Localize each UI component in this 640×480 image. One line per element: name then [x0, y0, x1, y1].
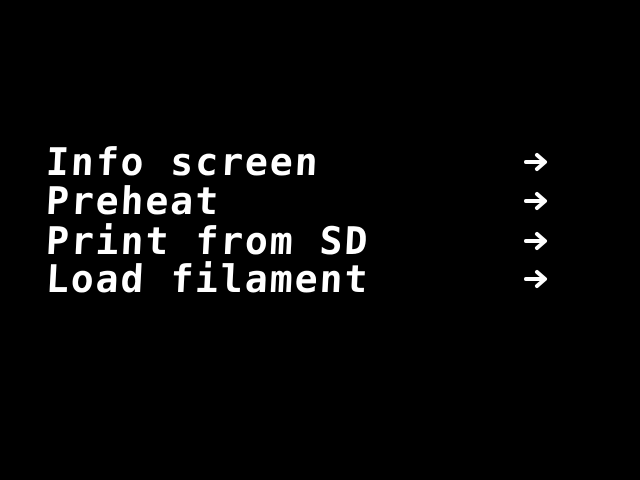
- arrow-right-icon: [522, 187, 552, 215]
- menu-item-label: Info screen: [44, 140, 321, 184]
- arrow-right-icon: [522, 265, 552, 293]
- menu-item-load-filament[interactable]: Load filament: [44, 257, 576, 301]
- menu-item-label: Preheat: [44, 179, 222, 223]
- menu-item-preheat[interactable]: Preheat: [44, 179, 576, 223]
- menu-item-label: Load filament: [44, 257, 371, 301]
- arrow-right-icon: [522, 227, 552, 255]
- menu-item-label: Print from SD: [44, 219, 371, 263]
- arrow-right-icon: [522, 148, 552, 176]
- menu-item-info-screen[interactable]: Info screen: [44, 140, 576, 184]
- lcd-screen: Info screen Preheat Print from SD Load f…: [0, 0, 640, 480]
- menu-item-print-from-sd[interactable]: Print from SD: [44, 219, 576, 263]
- main-menu: Info screen Preheat Print from SD Load f…: [0, 0, 640, 480]
